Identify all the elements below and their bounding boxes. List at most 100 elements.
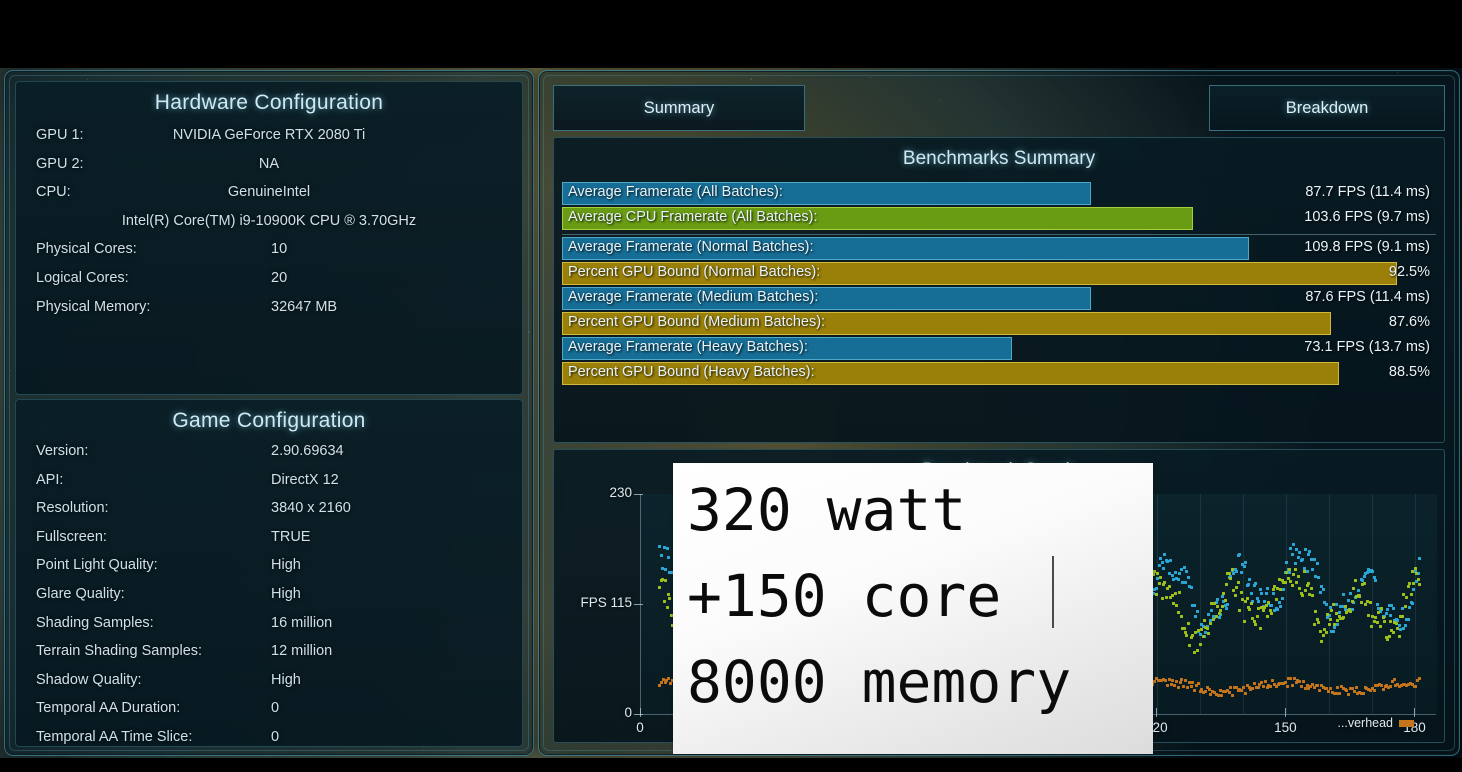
plot-data-point <box>1244 560 1248 564</box>
plot-data-point <box>1256 685 1260 689</box>
plot-data-point <box>1389 620 1393 624</box>
plot-data-point <box>1330 609 1334 613</box>
plot-data-point <box>1239 591 1243 595</box>
plot-data-point <box>1191 681 1195 685</box>
plot-data-point <box>1263 680 1267 684</box>
plot-data-point <box>1333 622 1337 626</box>
config-row-value: 20 <box>271 269 288 286</box>
config-row: GPU 1: NVIDIA GeForce RTX 2080 Ti <box>16 123 522 152</box>
plot-data-point <box>1292 676 1296 680</box>
y-axis-tick <box>634 714 643 715</box>
plot-data-point <box>1400 614 1404 618</box>
legend-label-driver-overhead: ...verhead <box>1337 716 1393 730</box>
plot-data-point <box>1220 605 1224 609</box>
config-row-key: Shadow Quality: <box>36 671 142 688</box>
config-row-key: Terrain Shading Samples: <box>36 643 203 660</box>
bar-group-separator <box>562 234 1436 235</box>
plot-data-point <box>1194 615 1198 619</box>
config-row-key: API: <box>36 471 64 488</box>
plot-data-point <box>1214 615 1218 619</box>
plot-data-point <box>1307 581 1311 585</box>
plot-data-point <box>1412 581 1416 585</box>
plot-data-point <box>1180 678 1184 682</box>
note-line-3: 8000 memory <box>687 648 1072 716</box>
plot-data-point <box>1248 577 1252 581</box>
plot-data-point <box>1331 603 1335 607</box>
plot-data-point <box>665 546 669 550</box>
plot-data-point <box>664 567 668 571</box>
plot-data-point <box>1271 588 1275 592</box>
plot-data-point <box>1271 592 1275 596</box>
plot-data-point <box>1290 553 1294 557</box>
plot-data-point <box>1416 578 1420 582</box>
plot-data-point <box>1242 619 1246 623</box>
plot-data-point <box>666 556 670 560</box>
x-axis-tick <box>1156 708 1158 717</box>
plot-data-point <box>1384 611 1388 615</box>
plot-data-point <box>1244 599 1248 603</box>
config-row-key: Logical Cores: <box>36 269 129 286</box>
plot-data-point <box>664 578 668 582</box>
game-configuration-title: Game Configuration <box>172 409 366 432</box>
plot-data-point <box>1396 627 1400 631</box>
plot-data-point <box>1220 693 1224 697</box>
config-row: Shadow Quality: High <box>16 668 522 697</box>
plot-data-point <box>1391 607 1395 611</box>
y-axis-tick <box>634 494 643 495</box>
plot-data-point <box>1354 685 1358 689</box>
plot-data-point <box>1219 608 1223 612</box>
plot-data-point <box>1403 605 1407 609</box>
plot-data-point <box>1198 643 1202 647</box>
config-row: Physical Cores: 10 <box>16 237 522 266</box>
plot-data-point <box>1352 586 1356 590</box>
plot-data-point <box>1175 604 1179 608</box>
plot-data-point <box>1377 610 1381 614</box>
plot-data-point <box>1390 603 1394 607</box>
plot-data-point <box>1200 627 1204 631</box>
plot-data-point <box>1217 616 1221 620</box>
plot-data-point <box>1289 579 1293 583</box>
plot-data-point <box>1386 608 1390 612</box>
game-configuration-rows: Version: 2.90.69634 API: DirectX 12 Resoluti… <box>16 439 522 772</box>
plot-data-point <box>1394 622 1398 626</box>
plot-data-point <box>1207 612 1211 616</box>
plot-data-point <box>1255 614 1259 618</box>
plot-data-point <box>1165 683 1169 687</box>
plot-data-point <box>666 592 670 596</box>
plot-data-point <box>1324 630 1328 634</box>
plot-data-point <box>1369 625 1373 629</box>
plot-data-point <box>1311 567 1315 571</box>
plot-data-point <box>1350 599 1354 603</box>
plot-data-point <box>1176 685 1180 689</box>
plot-data-point <box>1282 587 1286 591</box>
plot-data-point <box>1229 686 1233 690</box>
plot-data-point <box>1315 562 1319 566</box>
plot-data-point <box>1185 570 1189 573</box>
plot-data-point <box>1320 639 1324 643</box>
benchmark-bar-row: Percent GPU Bound (Normal Batches): 92.5% <box>562 262 1436 285</box>
tab-summary[interactable]: Summary <box>553 85 805 131</box>
plot-data-point <box>1178 681 1182 685</box>
plot-data-point <box>1249 591 1253 595</box>
plot-data-point <box>1153 680 1157 684</box>
plot-data-point <box>1236 581 1240 585</box>
plot-data-point <box>1248 607 1252 611</box>
plot-data-point <box>659 553 663 557</box>
plot-data-point <box>1186 621 1190 625</box>
config-row: Temporal AA Time Slice: 0 <box>16 725 522 754</box>
plot-data-point <box>1379 684 1383 688</box>
plot-data-point <box>658 586 662 590</box>
legend-swatch-driver-overhead <box>1399 720 1414 728</box>
tab-breakdown[interactable]: Breakdown <box>1209 85 1445 131</box>
plot-data-point <box>1292 542 1296 546</box>
plot-data-point <box>1205 626 1209 630</box>
plot-data-point <box>669 681 673 685</box>
overclock-note-textbox[interactable]: 320 watt +150 core 8000 memory <box>673 463 1153 754</box>
plot-data-point <box>1287 570 1291 574</box>
plot-data-point <box>1324 603 1328 607</box>
config-row: Point Light Quality: High <box>16 553 522 582</box>
plot-data-point <box>1187 680 1191 684</box>
plot-data-point <box>1176 610 1180 614</box>
plot-data-point <box>1290 583 1294 587</box>
config-row-value: TRUE <box>271 528 311 545</box>
